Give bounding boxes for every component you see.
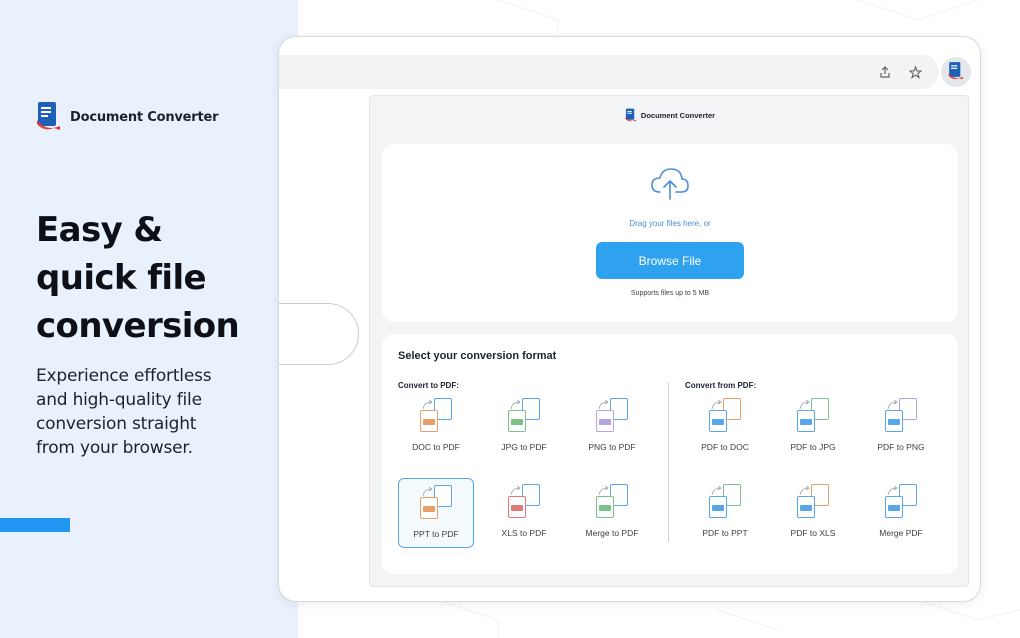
brand-name: Document Converter xyxy=(70,109,219,125)
extension-popup: Document Converter Drag your files here,… xyxy=(369,95,969,587)
side-tab xyxy=(279,303,359,365)
headline-line: quick file xyxy=(36,258,207,298)
subtext-line: Experience effortless xyxy=(36,366,212,386)
star-icon[interactable] xyxy=(907,64,923,80)
divider xyxy=(668,382,669,542)
format-tile-jpg-to-pdf[interactable]: JPG to PDF xyxy=(486,392,562,462)
format-tile-label: PDF to PNG xyxy=(877,442,925,452)
format-tile-doc-to-pdf[interactable]: DOC to PDF xyxy=(398,392,474,462)
share-icon[interactable] xyxy=(877,64,893,80)
upload-dropzone[interactable]: Drag your files here, or Browse File Sup… xyxy=(382,144,958,322)
file-conversion-icon xyxy=(502,484,546,522)
subtext: Experience effortless and high-quality f… xyxy=(36,364,266,460)
headline-line: conversion xyxy=(36,306,240,346)
accent-bar xyxy=(0,518,70,532)
file-conversion-icon xyxy=(590,398,634,436)
file-conversion-icon xyxy=(879,398,923,436)
file-conversion-icon xyxy=(414,398,458,436)
format-tile-pdf-to-png[interactable]: PDF to PNG xyxy=(863,392,939,462)
format-tile-pdf-to-xls[interactable]: PDF to XLS xyxy=(775,478,851,548)
browser-window: Document Converter Drag your files here,… xyxy=(278,36,981,602)
document-converter-logo-icon xyxy=(625,108,637,123)
format-tile-pdf-to-ppt[interactable]: PDF to PPT xyxy=(687,478,763,548)
format-tile-label: PDF to JPG xyxy=(790,442,836,452)
format-tile-label: Merge to PDF xyxy=(585,528,639,538)
format-tile-pdf-to-doc[interactable]: PDF to DOC xyxy=(687,392,763,462)
file-conversion-icon xyxy=(502,398,546,436)
format-tile-pdf-to-jpg[interactable]: PDF to JPG xyxy=(775,392,851,462)
format-tile-merge-pdf[interactable]: Merge PDF xyxy=(863,478,939,548)
popup-brand-name: Document Converter xyxy=(640,111,716,120)
file-conversion-icon xyxy=(703,398,747,436)
subtext-line: from your browser. xyxy=(36,438,193,458)
file-size-limit-text: Supports files up to 5 MB xyxy=(630,290,710,297)
format-selection: Select your conversion format Convert to… xyxy=(382,334,958,574)
format-tile-label: XLS to PDF xyxy=(501,528,547,538)
format-tile-merge-to-pdf[interactable]: Merge to PDF xyxy=(574,478,650,548)
format-tile-label: PNG to PDF xyxy=(588,442,636,452)
extension-icon[interactable] xyxy=(941,57,971,87)
subtext-line: conversion straight xyxy=(36,414,197,434)
file-conversion-icon xyxy=(590,484,634,522)
headline-line: Easy & xyxy=(36,210,163,250)
file-conversion-icon xyxy=(414,485,458,523)
subtext-line: and high-quality file xyxy=(36,390,202,410)
format-tile-xls-to-pdf[interactable]: XLS to PDF xyxy=(486,478,562,548)
format-tile-label: PPT to PDF xyxy=(413,529,459,539)
format-tile-label: PDF to XLS xyxy=(790,528,836,538)
convert-from-pdf-label: Convert from PDF: xyxy=(685,381,757,390)
format-tile-label: JPG to PDF xyxy=(501,442,547,452)
headline: Easy & quick file conversion xyxy=(36,206,286,350)
file-conversion-icon xyxy=(791,398,835,436)
drag-text: Drag your files here, or xyxy=(629,219,711,228)
file-conversion-icon xyxy=(791,484,835,522)
format-tile-ppt-to-pdf[interactable]: PPT to PDF xyxy=(398,478,474,548)
file-conversion-icon xyxy=(879,484,923,522)
format-tile-label: Merge PDF xyxy=(879,528,923,538)
browse-file-button[interactable]: Browse File xyxy=(596,242,744,279)
format-title: Select your conversion format xyxy=(398,350,557,362)
format-tile-label: PDF to DOC xyxy=(701,442,749,452)
promo-panel: Document Converter Easy & quick file con… xyxy=(0,0,298,638)
brand: Document Converter xyxy=(36,102,219,132)
convert-to-pdf-label: Convert to PDF: xyxy=(398,381,459,390)
format-tile-png-to-pdf[interactable]: PNG to PDF xyxy=(574,392,650,462)
format-tile-label: DOC to PDF xyxy=(412,442,460,452)
address-bar[interactable] xyxy=(279,55,939,89)
format-tile-label: PDF to PPT xyxy=(702,528,748,538)
cloud-upload-icon xyxy=(650,166,690,200)
file-conversion-icon xyxy=(703,484,747,522)
popup-header: Document Converter xyxy=(370,108,970,123)
document-converter-logo-icon xyxy=(36,102,62,132)
